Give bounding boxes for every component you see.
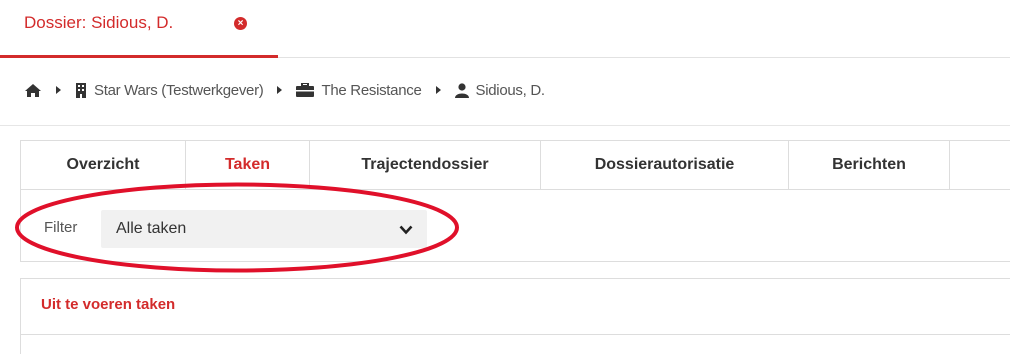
breadcrumb-separator-icon bbox=[435, 86, 441, 94]
dossier-tab[interactable]: Dossier: Sidious, D. × bbox=[0, 0, 278, 58]
tab-bar-divider bbox=[21, 189, 1010, 190]
breadcrumb-employer[interactable]: Star Wars (Testwerkgever) bbox=[94, 82, 264, 99]
tab-panel: Overzicht Taken Trajectendossier Dossier… bbox=[20, 140, 1010, 262]
tab-trajectendossier[interactable]: Trajectendossier bbox=[310, 141, 541, 189]
tasks-divider bbox=[21, 334, 1010, 335]
user-icon bbox=[454, 82, 469, 98]
breadcrumb-separator-icon bbox=[56, 86, 61, 94]
tasks-section-title: Uit te voeren taken bbox=[41, 296, 176, 313]
breadcrumb-separator-icon bbox=[277, 86, 283, 94]
filter-select[interactable]: Alle taken bbox=[101, 210, 427, 248]
breadcrumb-person: Sidious, D. bbox=[475, 81, 546, 99]
chevron-down-icon bbox=[399, 222, 413, 240]
tab-bar: Overzicht Taken Trajectendossier Dossier… bbox=[21, 141, 950, 189]
active-tab-underline bbox=[0, 55, 278, 58]
breadcrumb-divider bbox=[0, 125, 1010, 126]
tab-taken[interactable]: Taken bbox=[186, 141, 310, 189]
briefcase-icon bbox=[296, 83, 315, 97]
breadcrumb-department[interactable]: The Resistance bbox=[321, 82, 421, 99]
tasks-panel: Uit te voeren taken bbox=[20, 278, 1010, 354]
filter-label: Filter bbox=[44, 219, 78, 236]
tab-overzicht[interactable]: Overzicht bbox=[21, 141, 186, 189]
close-icon[interactable]: × bbox=[234, 17, 247, 30]
top-divider bbox=[278, 57, 1010, 58]
tab-berichten[interactable]: Berichten bbox=[789, 141, 950, 189]
tab-dossierautorisatie[interactable]: Dossierautorisatie bbox=[541, 141, 789, 189]
dossier-tab-label: Dossier: Sidious, D. bbox=[24, 13, 174, 32]
home-icon[interactable] bbox=[24, 83, 42, 98]
building-icon bbox=[75, 82, 87, 98]
breadcrumb: Star Wars (Testwerkgever) The Resistance… bbox=[24, 79, 545, 101]
filter-selected-value: Alle taken bbox=[116, 220, 187, 237]
